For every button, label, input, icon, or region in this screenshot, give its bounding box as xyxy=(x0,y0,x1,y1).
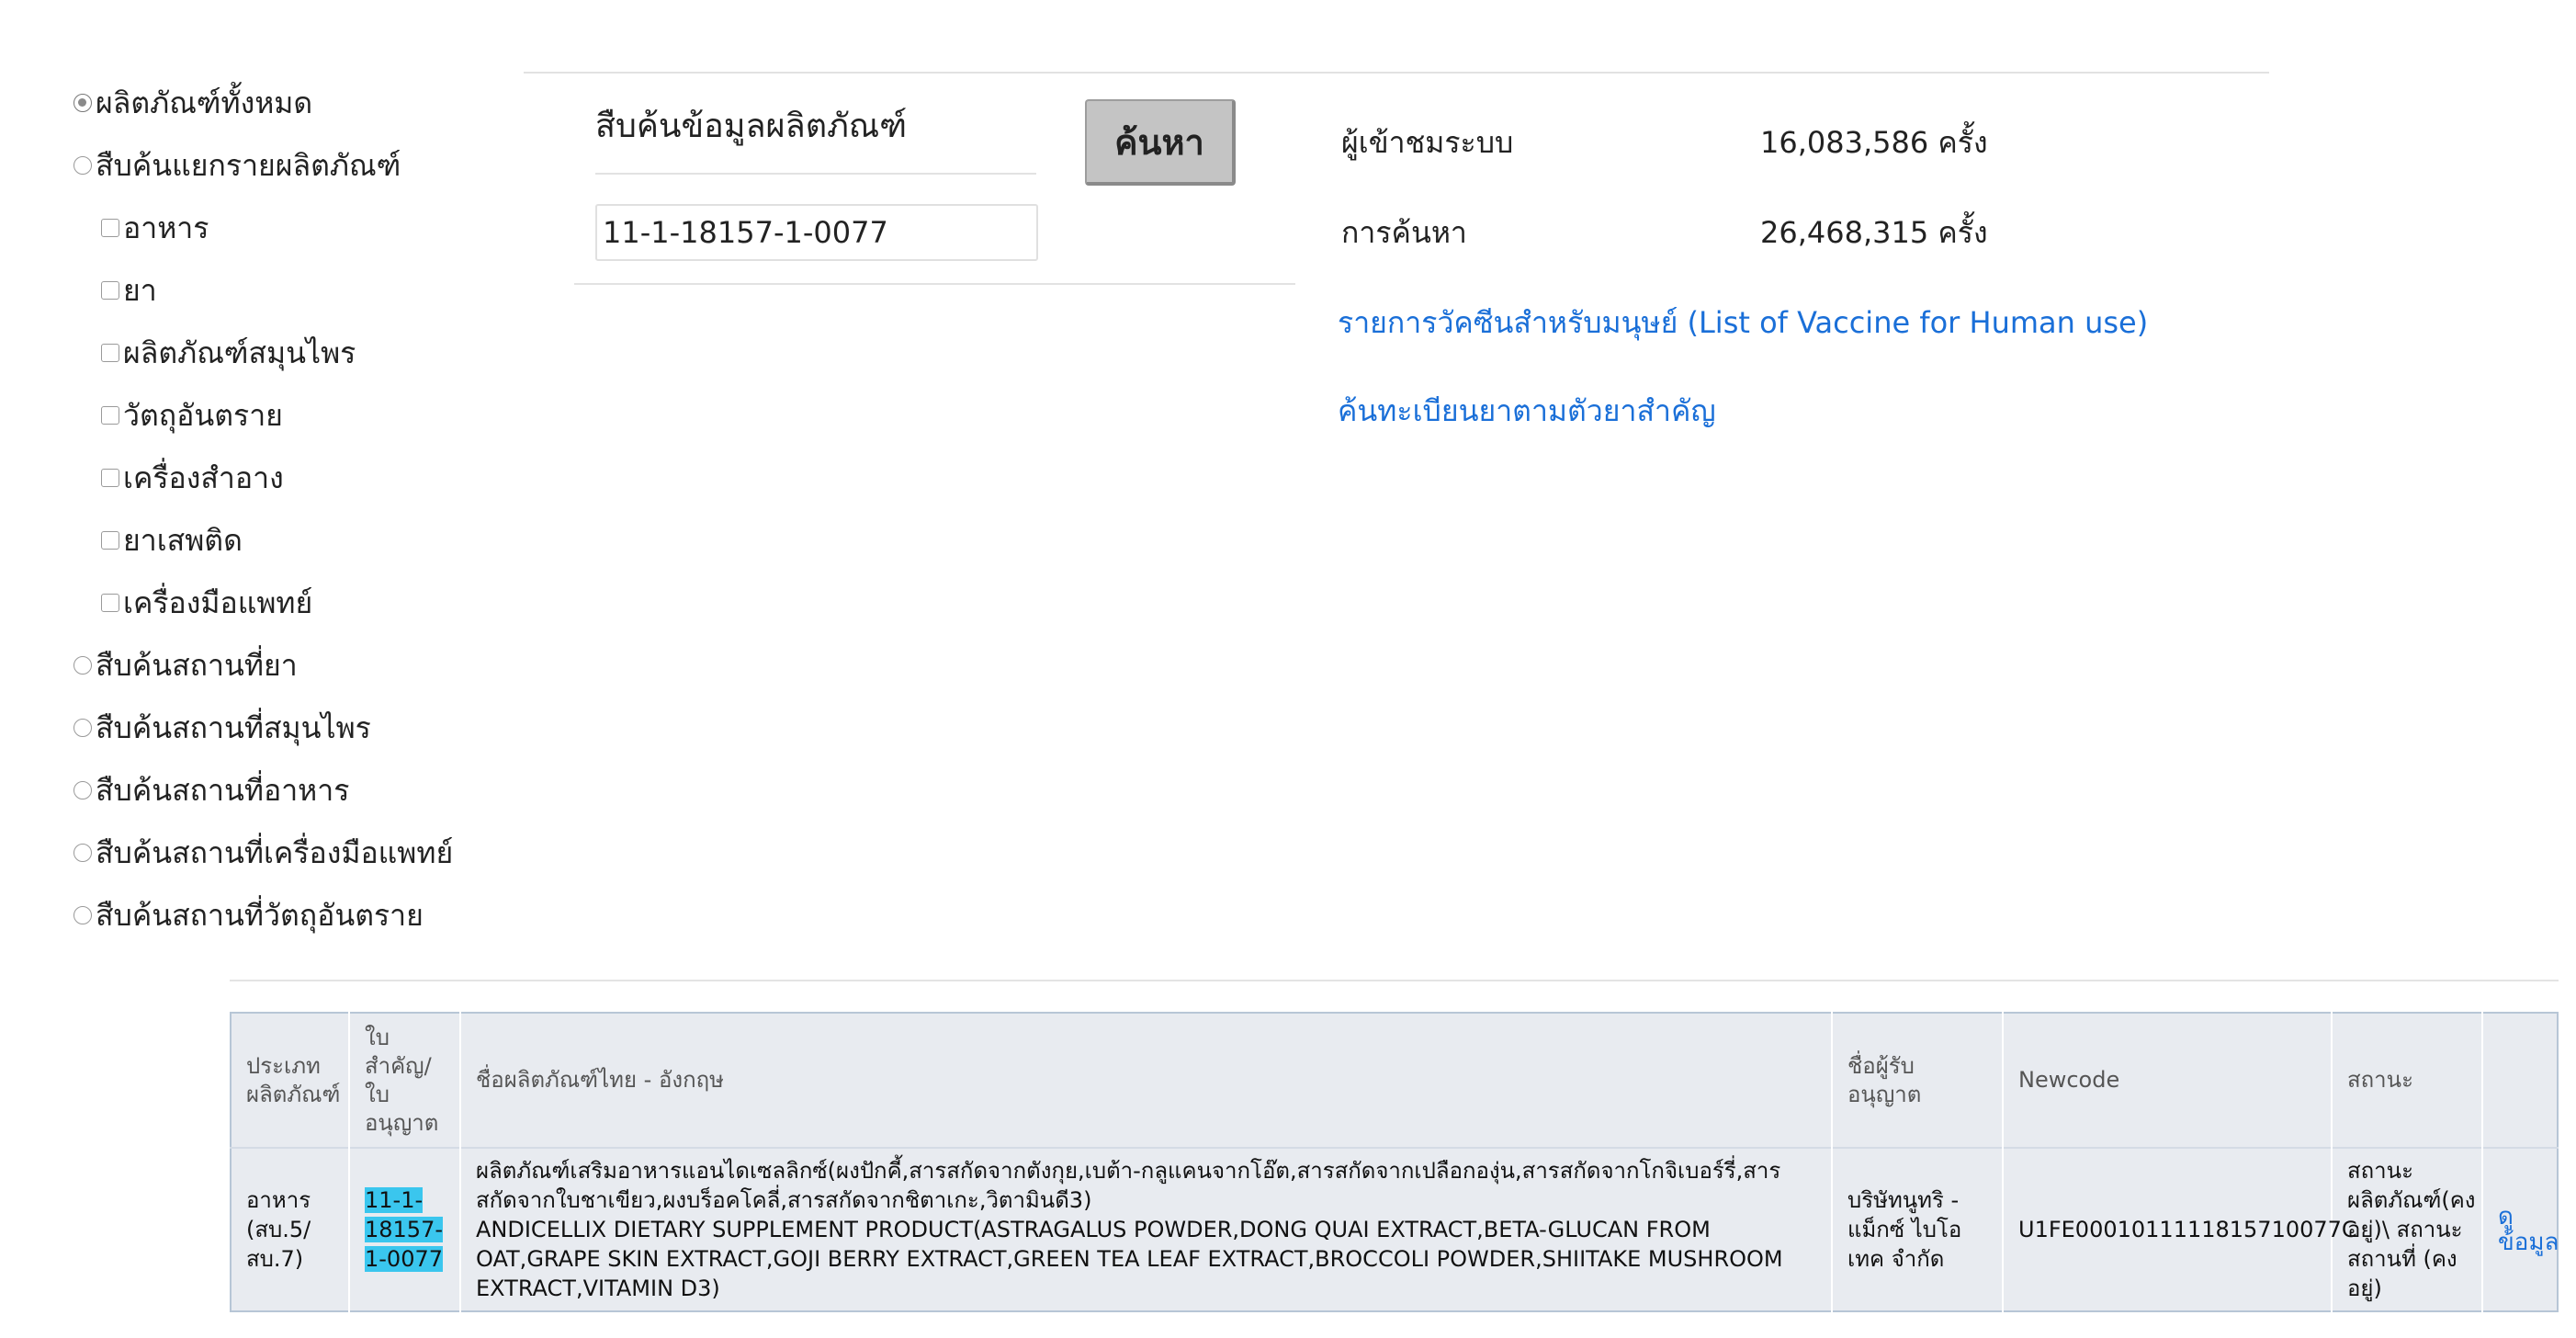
option-place-food[interactable]: สืบค้นสถานที่อาหาร xyxy=(73,759,505,822)
category-label: ยาเสพติด xyxy=(123,522,243,558)
option-place-herbal[interactable]: สืบค้นสถานที่สมุนไพร xyxy=(73,697,505,759)
category-cosmetics[interactable]: เครื่องสำอาง xyxy=(73,447,505,509)
checkbox-icon[interactable] xyxy=(101,406,119,425)
highlighted-license-number: 11-1- 18157- 1-0077 xyxy=(365,1187,444,1272)
header-newcode: Newcode xyxy=(2002,1013,2332,1148)
search-label-divider xyxy=(595,173,1036,175)
radio-selected-icon[interactable] xyxy=(73,94,92,112)
option-label: สืบค้นสถานที่ยา xyxy=(96,647,298,683)
radio-icon[interactable] xyxy=(73,781,92,799)
radio-icon[interactable] xyxy=(73,719,92,737)
option-place-drug[interactable]: สืบค้นสถานที่ยา xyxy=(73,634,505,697)
checkbox-icon[interactable] xyxy=(101,469,119,487)
checkbox-icon[interactable] xyxy=(101,594,119,612)
table-row: อาหาร (สบ.5/ สบ.7) 11-1- 18157- 1-0077 ผ… xyxy=(231,1147,2559,1311)
view-details-link[interactable]: ดู ข้อมูล xyxy=(2481,1147,2559,1311)
cell-newcode: U1FE0001011111815710077C xyxy=(2002,1147,2357,1311)
visitors-count: 16,083,586 ครั้ง xyxy=(1760,125,1988,160)
product-name-thai: ผลิตภัณฑ์เสริมอาหารแอนไดเซลลิกซ์(ผงปักคี… xyxy=(476,1158,1781,1213)
checkbox-icon[interactable] xyxy=(101,531,119,550)
search-label: สืบค้นข้อมูลผลิตภัณฑ์ xyxy=(595,108,908,145)
radio-icon[interactable] xyxy=(73,906,92,924)
checkbox-icon[interactable] xyxy=(101,344,119,362)
header-product-type: ประเภท ผลิตภัณฑ์ xyxy=(246,1052,341,1107)
option-label: สืบค้นสถานที่อาหาร xyxy=(96,772,350,808)
table-header-row: ประเภท ผลิตภัณฑ์ ใบ สำคัญ/ ใบ อนุญาต ชื่… xyxy=(231,1013,2558,1148)
category-label: เครื่องสำอาง xyxy=(123,459,284,495)
results-table: ประเภท ผลิตภัณฑ์ ใบ สำคัญ/ ใบ อนุญาต ชื่… xyxy=(230,1012,2559,1312)
searches-count: 26,468,315 ครั้ง xyxy=(1760,215,1988,250)
radio-icon[interactable] xyxy=(73,656,92,675)
category-label: ผลิตภัณฑ์สมุนไพร xyxy=(123,334,356,370)
searches-label: การค้นหา xyxy=(1341,215,1467,250)
drug-by-ingredient-link[interactable]: ค้นทะเบียนยาตามตัวยาสำคัญ xyxy=(1338,388,1716,435)
product-name-english: ANDICELLIX DIETARY SUPPLEMENT PRODUCT(AS… xyxy=(476,1217,1783,1301)
category-narcotics[interactable]: ยาเสพติด xyxy=(73,509,505,572)
category-drug[interactable]: ยา xyxy=(73,259,505,322)
option-label: สืบค้นสถานที่สมุนไพร xyxy=(96,709,371,745)
header-action xyxy=(2481,1013,2558,1148)
cell-license: 11-1- 18157- 1-0077 xyxy=(348,1147,460,1311)
cell-licensee: บริษัทนูทริ - แม็กซ์ ไบโอ เทค จำกัด xyxy=(1831,1147,2003,1311)
option-place-hazardous[interactable]: สืบค้นสถานที่วัตถุอันตราย xyxy=(73,884,505,947)
option-label: สืบค้นสถานที่วัตถุอันตราย xyxy=(96,897,424,933)
top-divider xyxy=(524,72,2269,74)
option-all-products[interactable]: ผลิตภัณฑ์ทั้งหมด xyxy=(73,72,505,134)
category-label: ยา xyxy=(123,272,157,308)
search-input[interactable] xyxy=(595,204,1038,261)
vaccine-list-link[interactable]: รายการวัคซีนสำหรับมนุษย์ (List of Vaccin… xyxy=(1338,300,2148,346)
search-button[interactable]: ค้นหา xyxy=(1085,99,1236,186)
option-label: สืบค้นสถานที่เครื่องมือแพทย์ xyxy=(96,834,454,870)
header-licensee: ชื่อผู้รับอนุญาต xyxy=(1831,1013,2003,1148)
option-place-medical-device[interactable]: สืบค้นสถานที่เครื่องมือแพทย์ xyxy=(73,822,505,884)
category-food[interactable]: อาหาร xyxy=(73,197,505,259)
category-medical-device[interactable]: เครื่องมือแพทย์ xyxy=(73,572,505,634)
results-divider xyxy=(230,980,2559,981)
category-hazardous[interactable]: วัตถุอันตราย xyxy=(73,384,505,447)
radio-icon[interactable] xyxy=(73,156,92,175)
category-herbal[interactable]: ผลิตภัณฑ์สมุนไพร xyxy=(73,322,505,384)
checkbox-icon[interactable] xyxy=(101,219,119,237)
header-product-name: ชื่อผลิตภัณฑ์ไทย - อังกฤษ xyxy=(459,1013,1832,1148)
option-label: ผลิตภัณฑ์ทั้งหมด xyxy=(96,85,313,120)
cell-product-type: อาหาร (สบ.5/ สบ.7) xyxy=(231,1147,349,1311)
search-divider xyxy=(574,283,1295,285)
radio-icon[interactable] xyxy=(73,844,92,862)
category-label: อาหาร xyxy=(123,210,209,245)
option-label: สืบค้นแยกรายผลิตภัณฑ์ xyxy=(96,147,401,183)
visitors-label: ผู้เข้าชมระบบ xyxy=(1341,125,1514,160)
cell-product-name: ผลิตภัณฑ์เสริมอาหารแอนไดเซลลิกซ์(ผงปักคี… xyxy=(459,1147,1832,1311)
option-by-product[interactable]: สืบค้นแยกรายผลิตภัณฑ์ xyxy=(73,134,505,197)
category-label: วัตถุอันตราย xyxy=(123,397,283,433)
category-label: เครื่องมือแพทย์ xyxy=(123,584,313,620)
checkbox-icon[interactable] xyxy=(101,281,119,300)
cell-status: สถานะ ผลิตภัณฑ์(คง อยู่)\ สถานะ สถานที่ … xyxy=(2331,1147,2482,1311)
header-license: ใบ สำคัญ/ ใบ อนุญาต xyxy=(348,1013,460,1148)
header-status: สถานะ xyxy=(2331,1013,2482,1148)
search-type-menu: ผลิตภัณฑ์ทั้งหมด สืบค้นแยกรายผลิตภัณฑ์ อ… xyxy=(73,72,505,947)
